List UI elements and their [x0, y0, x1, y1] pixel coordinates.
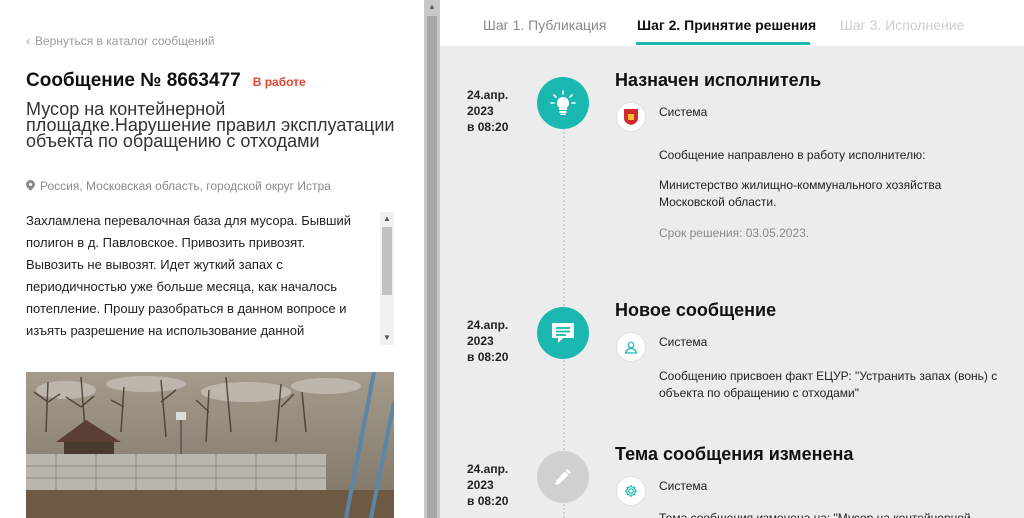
tab-step-3: Шаг 3. Исполнение — [840, 17, 965, 33]
timeline-panel: Шаг 1. Публикация Шаг 2. Принятие решени… — [440, 0, 1024, 518]
event-author: Система — [659, 335, 708, 349]
event-date-time: в 08:20 — [467, 120, 509, 134]
message-title-row: Сообщение № 8663477 В работе — [26, 70, 306, 92]
step-tabs: Шаг 1. Публикация Шаг 2. Принятие решени… — [440, 0, 1024, 46]
location-text: Россия, Московская область, городской ок… — [40, 179, 331, 193]
event-title: Тема сообщения изменена — [615, 444, 854, 464]
event-text: Сообщение направлено в работу исполнител… — [659, 148, 926, 162]
page-scrollbar[interactable]: ▲ — [424, 0, 440, 518]
event-text: Сообщению присвоен факт ЕЦУР: "Устранить… — [659, 369, 998, 400]
coat-of-arms-icon — [616, 102, 646, 132]
chevron-left-icon: ‹ — [26, 34, 30, 48]
back-link-label: Вернуться в каталог сообщений — [35, 34, 215, 48]
event-title: Новое сообщение — [615, 300, 777, 320]
map-pin-icon — [26, 180, 35, 192]
event-date: 24.апр. 2023 в 08:20 — [467, 317, 508, 365]
message-title: Сообщение № 8663477 — [26, 70, 241, 91]
gear-icon — [616, 476, 646, 506]
event-date-year: 2023 — [467, 104, 494, 118]
lightbulb-icon — [537, 77, 589, 129]
status-badge: В работе — [252, 75, 306, 89]
description-text: Захламлена перевалочная база для мусора.… — [26, 213, 351, 338]
page-scrollbar-thumb[interactable] — [427, 16, 437, 518]
event-text: Тема сообщения изменена на: "Мусор на ко… — [659, 511, 971, 518]
scroll-up-arrow-icon[interactable]: ▲ — [380, 212, 394, 226]
message-photo[interactable] — [26, 372, 394, 518]
tab-step-2[interactable]: Шаг 2. Принятие решения — [637, 17, 816, 33]
photo-image — [26, 372, 394, 518]
active-tab-indicator — [636, 42, 810, 45]
event-date-day: 24.апр. — [467, 318, 509, 332]
event-title: Назначен исполнитель — [615, 70, 822, 90]
description-scrollbar[interactable]: ▲ ▼ — [380, 212, 394, 345]
event-date-year: 2023 — [467, 334, 494, 348]
event-date-day: 24.апр. — [467, 88, 509, 102]
event-author: Система — [659, 479, 708, 493]
tab-step-1[interactable]: Шаг 1. Публикация — [483, 17, 606, 33]
event-author: Система — [659, 105, 708, 119]
event-date-time: в 08:20 — [467, 494, 509, 508]
description-box: Захламлена перевалочная база для мусора.… — [26, 210, 394, 344]
event-date-day: 24.апр. — [467, 462, 509, 476]
message-details-panel: ‹ Вернуться в каталог сообщений Сообщени… — [0, 0, 424, 518]
location: Россия, Московская область, городской ок… — [26, 179, 331, 193]
event-date-time: в 08:20 — [467, 350, 509, 364]
scrollbar-thumb[interactable] — [382, 227, 392, 295]
event-date-year: 2023 — [467, 478, 494, 492]
event-date: 24.апр. 2023 в 08:20 — [467, 461, 508, 509]
pencil-icon — [537, 451, 589, 503]
scroll-down-arrow-icon[interactable]: ▼ — [380, 331, 394, 345]
back-to-catalog-link[interactable]: ‹ Вернуться в каталог сообщений — [26, 34, 215, 48]
page-scroll-up-icon[interactable]: ▲ — [424, 0, 440, 14]
chat-icon — [537, 307, 589, 359]
event-text: Министерство жилищно-коммунального хозяй… — [659, 178, 942, 209]
event-deadline: Срок решения: 03.05.2023. — [659, 226, 810, 240]
event-date: 24.апр. 2023 в 08:20 — [467, 87, 508, 135]
message-subject: Мусор на контейнерной площадке.Нарушение… — [26, 99, 395, 151]
user-icon — [616, 332, 646, 362]
